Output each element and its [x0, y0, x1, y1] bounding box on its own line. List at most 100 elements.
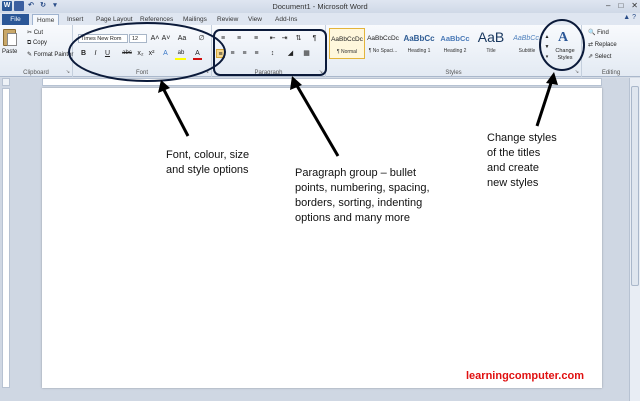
bullets-button[interactable]: ≡ — [216, 34, 230, 43]
vertical-ruler[interactable] — [2, 88, 10, 388]
paragraph-label: Paragraph — [254, 70, 283, 76]
editing-label: Editing — [601, 70, 621, 76]
maximize-button[interactable]: □ — [618, 1, 623, 10]
shading-button[interactable]: ◢ — [286, 49, 295, 58]
styles-scroll-up-icon[interactable]: ▲ — [544, 33, 550, 42]
highlight-button[interactable]: ab — [175, 49, 187, 58]
style-subtitle[interactable]: AaBbCc. Subtitle — [509, 28, 545, 59]
font-size-combo[interactable]: 12 — [129, 34, 147, 43]
grow-font-button[interactable]: A˄ — [150, 34, 160, 43]
tab-home[interactable]: Home — [32, 14, 60, 25]
align-center-button[interactable]: ≡ — [228, 49, 237, 58]
align-right-button[interactable]: ≡ — [240, 49, 249, 58]
justify-button[interactable]: ≡ — [252, 49, 261, 58]
find-button[interactable]: 🔍 Find — [588, 29, 609, 36]
clipboard-label: Clipboard — [23, 70, 49, 76]
font-group: Times New Rom 12 A˄ A˅ Aa ∅ B I U abc x₂… — [73, 25, 212, 77]
find-label: Find — [597, 30, 609, 36]
replace-label: Replace — [594, 42, 617, 48]
style-title-preview: AaB — [477, 29, 505, 45]
paragraph-annotation: Paragraph group – bullet points, numberi… — [295, 167, 430, 224]
copy-button[interactable]: ⧉ Copy — [27, 40, 47, 47]
multilevel-list-button[interactable]: ≡ — [249, 34, 263, 43]
styles-group: AaBbCcDc ¶ Normal AaBbCcDc ¶ No Spaci...… — [326, 25, 582, 77]
styles-launcher-icon[interactable]: ↘ — [575, 69, 579, 75]
format-painter-label: Format Painter — [33, 52, 74, 58]
subscript-button[interactable]: x₂ — [136, 49, 145, 58]
style-title-label: Title — [486, 48, 496, 54]
cut-button[interactable]: ✂ Cut — [27, 29, 43, 36]
tab-selector[interactable] — [2, 78, 10, 86]
decrease-indent-button[interactable]: ⇤ — [268, 34, 277, 43]
numbering-button[interactable]: ≡ — [232, 34, 246, 43]
clipboard-launcher-icon[interactable]: ↘ — [66, 69, 70, 75]
paste-icon[interactable] — [3, 29, 17, 46]
clear-formatting-button[interactable]: ∅ — [197, 34, 206, 43]
tab-review[interactable]: Review — [217, 14, 238, 25]
styles-label: Styles — [445, 70, 462, 76]
ribbon-home: Paste ✂ Cut ⧉ Copy ✎ Format Painter Clip… — [0, 25, 640, 77]
underline-button[interactable]: U — [103, 49, 112, 58]
align-left-button[interactable]: ≡ — [216, 49, 225, 58]
style-heading-2[interactable]: AaBbCc Heading 2 — [437, 28, 473, 59]
line-spacing-button[interactable]: ↕ — [268, 49, 277, 58]
tab-references[interactable]: References — [140, 14, 173, 25]
minimize-button[interactable]: – — [606, 1, 610, 10]
vertical-scrollbar[interactable] — [629, 78, 640, 401]
bold-button[interactable]: B — [79, 49, 88, 58]
increase-indent-button[interactable]: ⇥ — [280, 34, 289, 43]
style-normal-label: ¶ Normal — [336, 49, 358, 55]
clipboard-group: Paste ✂ Cut ⧉ Copy ✎ Format Painter Clip… — [0, 25, 73, 77]
select-button[interactable]: ⇗ Select — [588, 53, 611, 60]
help-icon[interactable]: ▲ ? — [623, 14, 636, 21]
style-heading-1-label: Heading 1 — [407, 48, 431, 54]
font-launcher-icon[interactable]: ↘ — [205, 69, 209, 75]
paste-button[interactable]: Paste — [2, 49, 17, 55]
font-annotation: Font, colour, size and style options — [166, 149, 250, 176]
format-painter-button[interactable]: ✎ Format Painter — [27, 51, 73, 58]
horizontal-ruler[interactable] — [42, 78, 602, 86]
font-color-button[interactable]: A — [193, 49, 202, 58]
italic-button[interactable]: I — [91, 49, 100, 58]
show-formatting-marks-button[interactable]: ¶ — [310, 34, 319, 43]
paragraph-launcher-icon[interactable]: ↘ — [319, 69, 323, 75]
style-heading-1-preview: AaBbCc — [403, 34, 435, 43]
tab-view[interactable]: View — [248, 14, 262, 25]
scrollbar-thumb[interactable] — [631, 86, 639, 286]
shrink-font-button[interactable]: A˅ — [161, 34, 171, 43]
style-heading-2-preview: AaBbCc — [440, 34, 470, 43]
tab-page-layout[interactable]: Page Layout — [96, 14, 133, 25]
tab-insert[interactable]: Insert — [67, 14, 83, 25]
tab-mailings[interactable]: Mailings — [183, 14, 207, 25]
editing-group: 🔍 Find ⇄ Replace ⇗ Select Editing — [582, 25, 640, 77]
style-no-spacing[interactable]: AaBbCcDc ¶ No Spaci... — [365, 28, 401, 59]
borders-button[interactable]: ▦ — [302, 49, 311, 58]
replace-button[interactable]: ⇄ Replace — [588, 41, 617, 48]
style-heading-2-label: Heading 2 — [443, 48, 467, 54]
select-label: Select — [594, 54, 612, 60]
strikethrough-button[interactable]: abc — [120, 49, 134, 58]
change-case-button[interactable]: Aa — [176, 34, 188, 43]
change-styles-button[interactable]: Change Styles — [550, 48, 580, 62]
change-styles-icon[interactable]: A — [554, 30, 572, 46]
style-no-spacing-preview: AaBbCcDc — [367, 35, 399, 42]
style-no-spacing-label: ¶ No Spaci... — [368, 48, 398, 54]
sort-button[interactable]: ⇅ — [294, 34, 303, 43]
watermark: learningcomputer.com — [466, 370, 584, 382]
font-color-bar — [193, 58, 202, 60]
tab-file[interactable]: File — [2, 14, 29, 25]
style-subtitle-preview: AaBbCc. — [513, 35, 541, 42]
copy-label: Copy — [32, 40, 47, 46]
title-bar: W ↶ ↻ ▾ Document1 - Microsoft Word – □ ✕ — [0, 0, 640, 13]
style-title[interactable]: AaB Title — [473, 28, 509, 59]
close-button[interactable]: ✕ — [631, 1, 638, 10]
style-heading-1[interactable]: AaBbCc Heading 1 — [401, 28, 437, 59]
text-effects-button[interactable]: A — [161, 49, 170, 58]
superscript-button[interactable]: x² — [147, 49, 156, 58]
cut-label: Cut — [33, 30, 44, 36]
style-normal[interactable]: AaBbCcDc ¶ Normal — [329, 28, 365, 59]
font-name-combo[interactable]: Times New Rom — [78, 34, 128, 43]
tab-add-ins[interactable]: Add-Ins — [275, 14, 297, 25]
window-title: Document1 - Microsoft Word — [272, 2, 368, 11]
ribbon-tabs: File Home Insert Page Layout References … — [0, 13, 640, 25]
